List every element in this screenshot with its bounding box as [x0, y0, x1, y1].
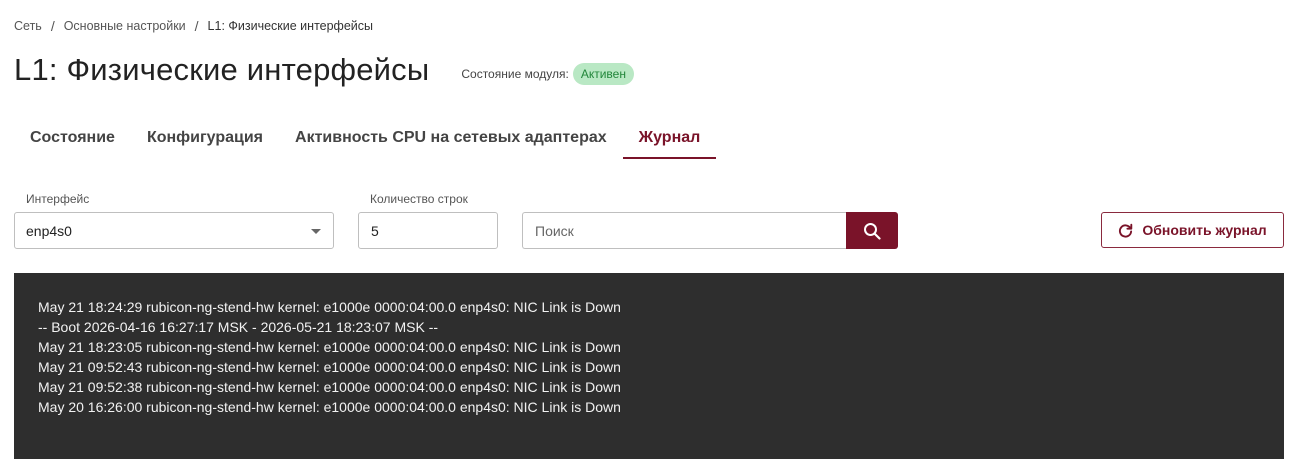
interface-label: Интерфейс: [26, 192, 90, 206]
log-line: May 21 09:52:38 rubicon-ng-stend-hw kern…: [38, 379, 621, 395]
log-line: May 21 09:52:43 rubicon-ng-stend-hw kern…: [38, 359, 621, 375]
refresh-log-button[interactable]: Обновить журнал: [1101, 212, 1284, 248]
log-output: May 21 18:24:29 rubicon-ng-stend-hw kern…: [14, 273, 1284, 459]
status-badge: Активен: [572, 63, 634, 85]
log-line: May 21 18:23:05 rubicon-ng-stend-hw kern…: [38, 339, 621, 355]
breadcrumb-separator: /: [50, 18, 55, 34]
breadcrumb-item-current: L1: Физические интерфейсы: [207, 19, 374, 33]
tab-journal[interactable]: Журнал: [622, 118, 717, 159]
interface-select[interactable]: enp4s0: [14, 212, 334, 249]
interface-select-value: enp4s0: [26, 222, 72, 239]
page: Сеть / Основные настройки / L1: Физическ…: [0, 0, 1294, 473]
module-state-label: Состояние модуля:: [461, 67, 569, 81]
refresh-icon: [1118, 223, 1133, 238]
module-state: Состояние модуля: Активен: [461, 63, 634, 85]
log-line: -- Boot 2026-04-16 16:27:17 MSK - 2026-0…: [38, 319, 439, 335]
breadcrumb-item-main-settings[interactable]: Основные настройки: [64, 19, 186, 33]
chevron-down-icon: [311, 229, 321, 234]
lines-count-label: Количество строк: [370, 192, 468, 206]
search-icon: [863, 222, 881, 240]
log-line: May 20 16:26:00 rubicon-ng-stend-hw kern…: [38, 399, 621, 415]
tab-bar: Состояние Конфигурация Активность CPU на…: [14, 118, 717, 159]
breadcrumb-separator: /: [194, 18, 199, 34]
tab-cpu-activity[interactable]: Активность CPU на сетевых адаптерах: [279, 118, 623, 159]
title-row: L1: Физические интерфейсы Состояние моду…: [14, 52, 634, 88]
breadcrumb-item-network[interactable]: Сеть: [14, 19, 42, 33]
breadcrumb: Сеть / Основные настройки / L1: Физическ…: [14, 18, 373, 34]
log-line: May 21 18:24:29 rubicon-ng-stend-hw kern…: [38, 299, 621, 315]
search-button[interactable]: [846, 212, 898, 249]
search-input[interactable]: [522, 212, 848, 249]
tab-configuration[interactable]: Конфигурация: [131, 118, 279, 159]
refresh-log-label: Обновить журнал: [1142, 222, 1267, 238]
tab-state[interactable]: Состояние: [14, 118, 131, 159]
lines-count-input[interactable]: [358, 212, 498, 249]
page-title: L1: Физические интерфейсы: [14, 52, 430, 87]
